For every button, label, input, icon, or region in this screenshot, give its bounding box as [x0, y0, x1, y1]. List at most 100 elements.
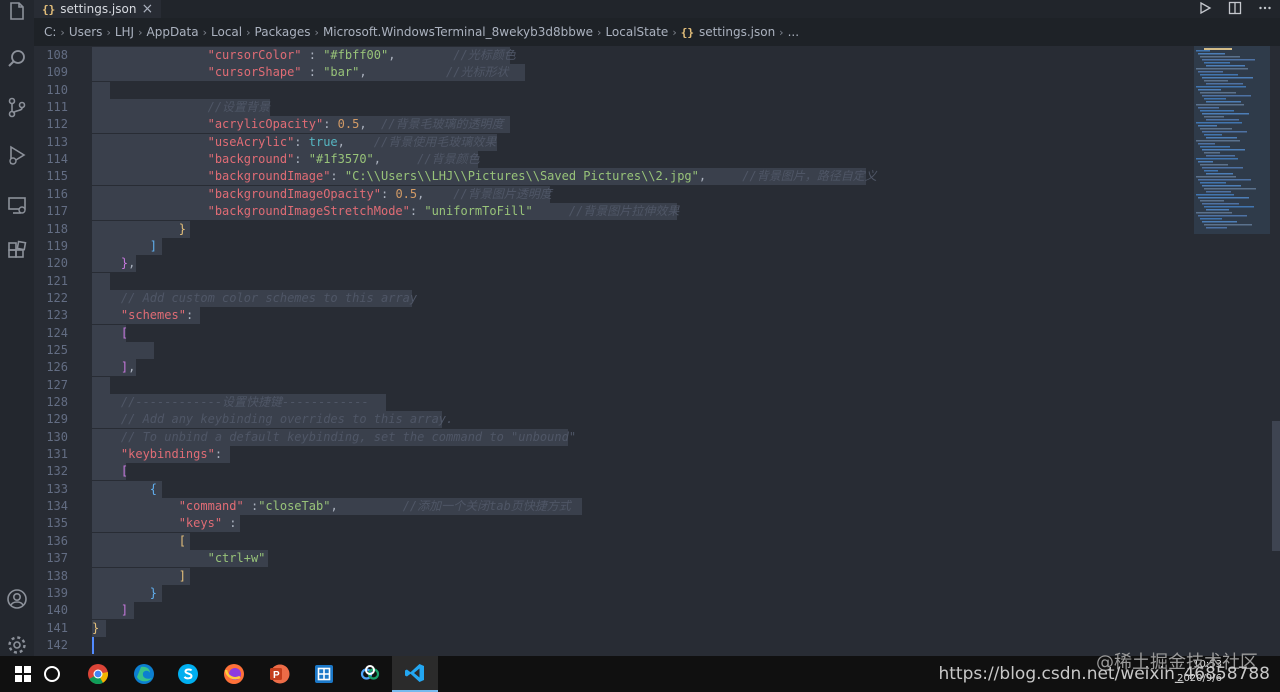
- code-line[interactable]: 115 "backgroundImage": "C:\\Users\\LHJ\\…: [34, 168, 1192, 186]
- scrollbar-thumb[interactable]: [1272, 421, 1280, 551]
- breadcrumb-item[interactable]: LocalState: [605, 25, 668, 39]
- code-line[interactable]: 131 "keybindings":: [34, 446, 1192, 464]
- breadcrumb-item[interactable]: Users: [69, 25, 103, 39]
- line-number: 116: [46, 186, 68, 201]
- baidu-netdisk-icon[interactable]: [347, 656, 393, 692]
- more-actions-icon[interactable]: [1258, 0, 1272, 19]
- code-line[interactable]: 128 //------------设置快捷键------------: [34, 394, 1192, 411]
- code-line[interactable]: 117 "backgroundImageStretchMode": "unifo…: [34, 203, 1192, 221]
- code-line[interactable]: 141}: [34, 619, 1192, 637]
- code-line[interactable]: 123 "schemes":: [34, 307, 1192, 325]
- breadcrumb-item[interactable]: Local: [211, 25, 242, 39]
- line-code: ]: [92, 238, 157, 255]
- minimap[interactable]: [1192, 46, 1270, 656]
- search-icon[interactable]: [0, 42, 34, 76]
- cortana-search-icon[interactable]: [29, 656, 75, 692]
- tab-settings-json[interactable]: {} settings.json ×: [34, 0, 162, 18]
- code-line[interactable]: 120 },: [34, 255, 1192, 273]
- code-line[interactable]: 122 // Add custom color schemes to this …: [34, 289, 1192, 307]
- code-editor[interactable]: 108 "cursorColor" : "#fbff00", //光标颜色 109…: [34, 46, 1192, 656]
- code-line[interactable]: 110: [34, 81, 1192, 99]
- remote-desktop-icon[interactable]: [301, 656, 347, 692]
- line-code: //设置背景: [92, 99, 270, 116]
- breadcrumb-item[interactable]: ...: [788, 25, 799, 39]
- code-token: "backgroundImageStretchMode": [207, 204, 410, 219]
- chevron-right-icon: ›: [246, 25, 251, 39]
- csdn-watermark: https://blog.csdn.net/weixin_46858788: [938, 664, 1270, 684]
- code-line[interactable]: 121: [34, 272, 1192, 290]
- code-line[interactable]: 130 // To unbind a default keybinding, s…: [34, 428, 1192, 446]
- code-line[interactable]: 112 "acrylicOpacity": 0.5, //背景毛玻璃的透明度: [34, 116, 1192, 134]
- code-token: "acrylicOpacity": [207, 117, 324, 132]
- skype-icon[interactable]: [165, 656, 211, 692]
- code-token: [: [120, 325, 129, 340]
- code-token: //背景颜色: [417, 152, 480, 167]
- code-line[interactable]: 109 "cursorShape" : "bar", //光标形状: [34, 64, 1192, 82]
- line-number: 117: [46, 204, 68, 219]
- code-line[interactable]: 114 "background": "#1f3570", //背景颜色: [34, 151, 1192, 169]
- code-line[interactable]: 139 }: [34, 584, 1192, 602]
- minimap-slider[interactable]: [1194, 46, 1270, 234]
- explorer-icon[interactable]: [0, 0, 34, 28]
- vertical-scrollbar[interactable]: [1270, 46, 1280, 656]
- breadcrumb-item[interactable]: Packages: [255, 25, 311, 39]
- code-token: "useAcrylic": [207, 134, 295, 149]
- code-token: "cursorShape": [207, 65, 302, 80]
- code-line[interactable]: 124 [: [34, 324, 1192, 342]
- code-line[interactable]: 108 "cursorColor" : "#fbff00", //光标颜色: [34, 47, 1192, 64]
- line-number: 108: [46, 48, 68, 62]
- code-line[interactable]: 132 [: [34, 463, 1192, 481]
- code-line[interactable]: 125: [34, 341, 1192, 359]
- code-line[interactable]: 138 ]: [34, 567, 1192, 585]
- code-line[interactable]: 111 //设置背景: [34, 99, 1192, 117]
- code-line[interactable]: 135 "keys" :: [34, 515, 1192, 533]
- code-line[interactable]: 140 ]: [34, 602, 1192, 620]
- line-code: // Add any keybinding overrides to this …: [92, 411, 453, 428]
- line-number: 110: [46, 82, 68, 97]
- close-icon[interactable]: ×: [141, 1, 153, 17]
- code-token: :: [214, 447, 223, 462]
- line-code: ],: [92, 359, 135, 376]
- run-icon[interactable]: [1198, 0, 1212, 19]
- code-line[interactable]: 142: [34, 637, 1192, 654]
- code-line[interactable]: 127: [34, 376, 1192, 394]
- breadcrumb-item[interactable]: AppData: [147, 25, 199, 39]
- vscode-icon[interactable]: [392, 656, 438, 692]
- line-code: "keybindings":: [92, 446, 222, 463]
- code-line[interactable]: 119 ]: [34, 237, 1192, 255]
- code-token: ,: [337, 134, 374, 149]
- chevron-right-icon: ›: [672, 25, 677, 39]
- breadcrumb-item[interactable]: LHJ: [115, 25, 134, 39]
- extensions-icon[interactable]: [0, 234, 34, 268]
- code-line[interactable]: 129 // Add any keybinding overrides to t…: [34, 411, 1192, 429]
- code-line[interactable]: 137 "ctrl+w": [34, 550, 1192, 568]
- code-line[interactable]: 134 "command" :"closeTab", //添加一个关闭tab页快…: [34, 498, 1192, 516]
- breadcrumb-item[interactable]: C:: [44, 25, 56, 39]
- chrome-icon[interactable]: [75, 656, 121, 692]
- remote-explorer-icon[interactable]: [0, 188, 34, 222]
- split-editor-icon[interactable]: [1228, 0, 1242, 19]
- breadcrumb-item[interactable]: Microsoft.WindowsTerminal_8wekyb3d8bbwe: [323, 25, 593, 39]
- breadcrumb-item[interactable]: settings.json: [699, 25, 775, 39]
- chevron-right-icon: ›: [597, 25, 602, 39]
- run-debug-icon[interactable]: [0, 138, 34, 172]
- edge-icon[interactable]: [121, 656, 167, 692]
- code-line[interactable]: 116 "backgroundImageOpacity": 0.5, //背景图…: [34, 185, 1192, 203]
- line-number: 131: [46, 447, 68, 462]
- chevron-right-icon: ›: [314, 25, 319, 39]
- code-line[interactable]: 118 }: [34, 220, 1192, 238]
- powerpoint-icon[interactable]: P: [256, 656, 302, 692]
- firefox-icon[interactable]: [211, 656, 257, 692]
- line-number: 134: [46, 499, 68, 514]
- account-icon[interactable]: [0, 582, 34, 616]
- source-control-icon[interactable]: [0, 90, 34, 124]
- code-line[interactable]: 136 [: [34, 532, 1192, 550]
- code-line[interactable]: 126 ],: [34, 359, 1192, 377]
- code-token: }: [149, 585, 158, 600]
- code-line[interactable]: 133 {: [34, 480, 1192, 498]
- code-line[interactable]: 113 "useAcrylic": true, //背景使用毛玻璃效果: [34, 133, 1192, 151]
